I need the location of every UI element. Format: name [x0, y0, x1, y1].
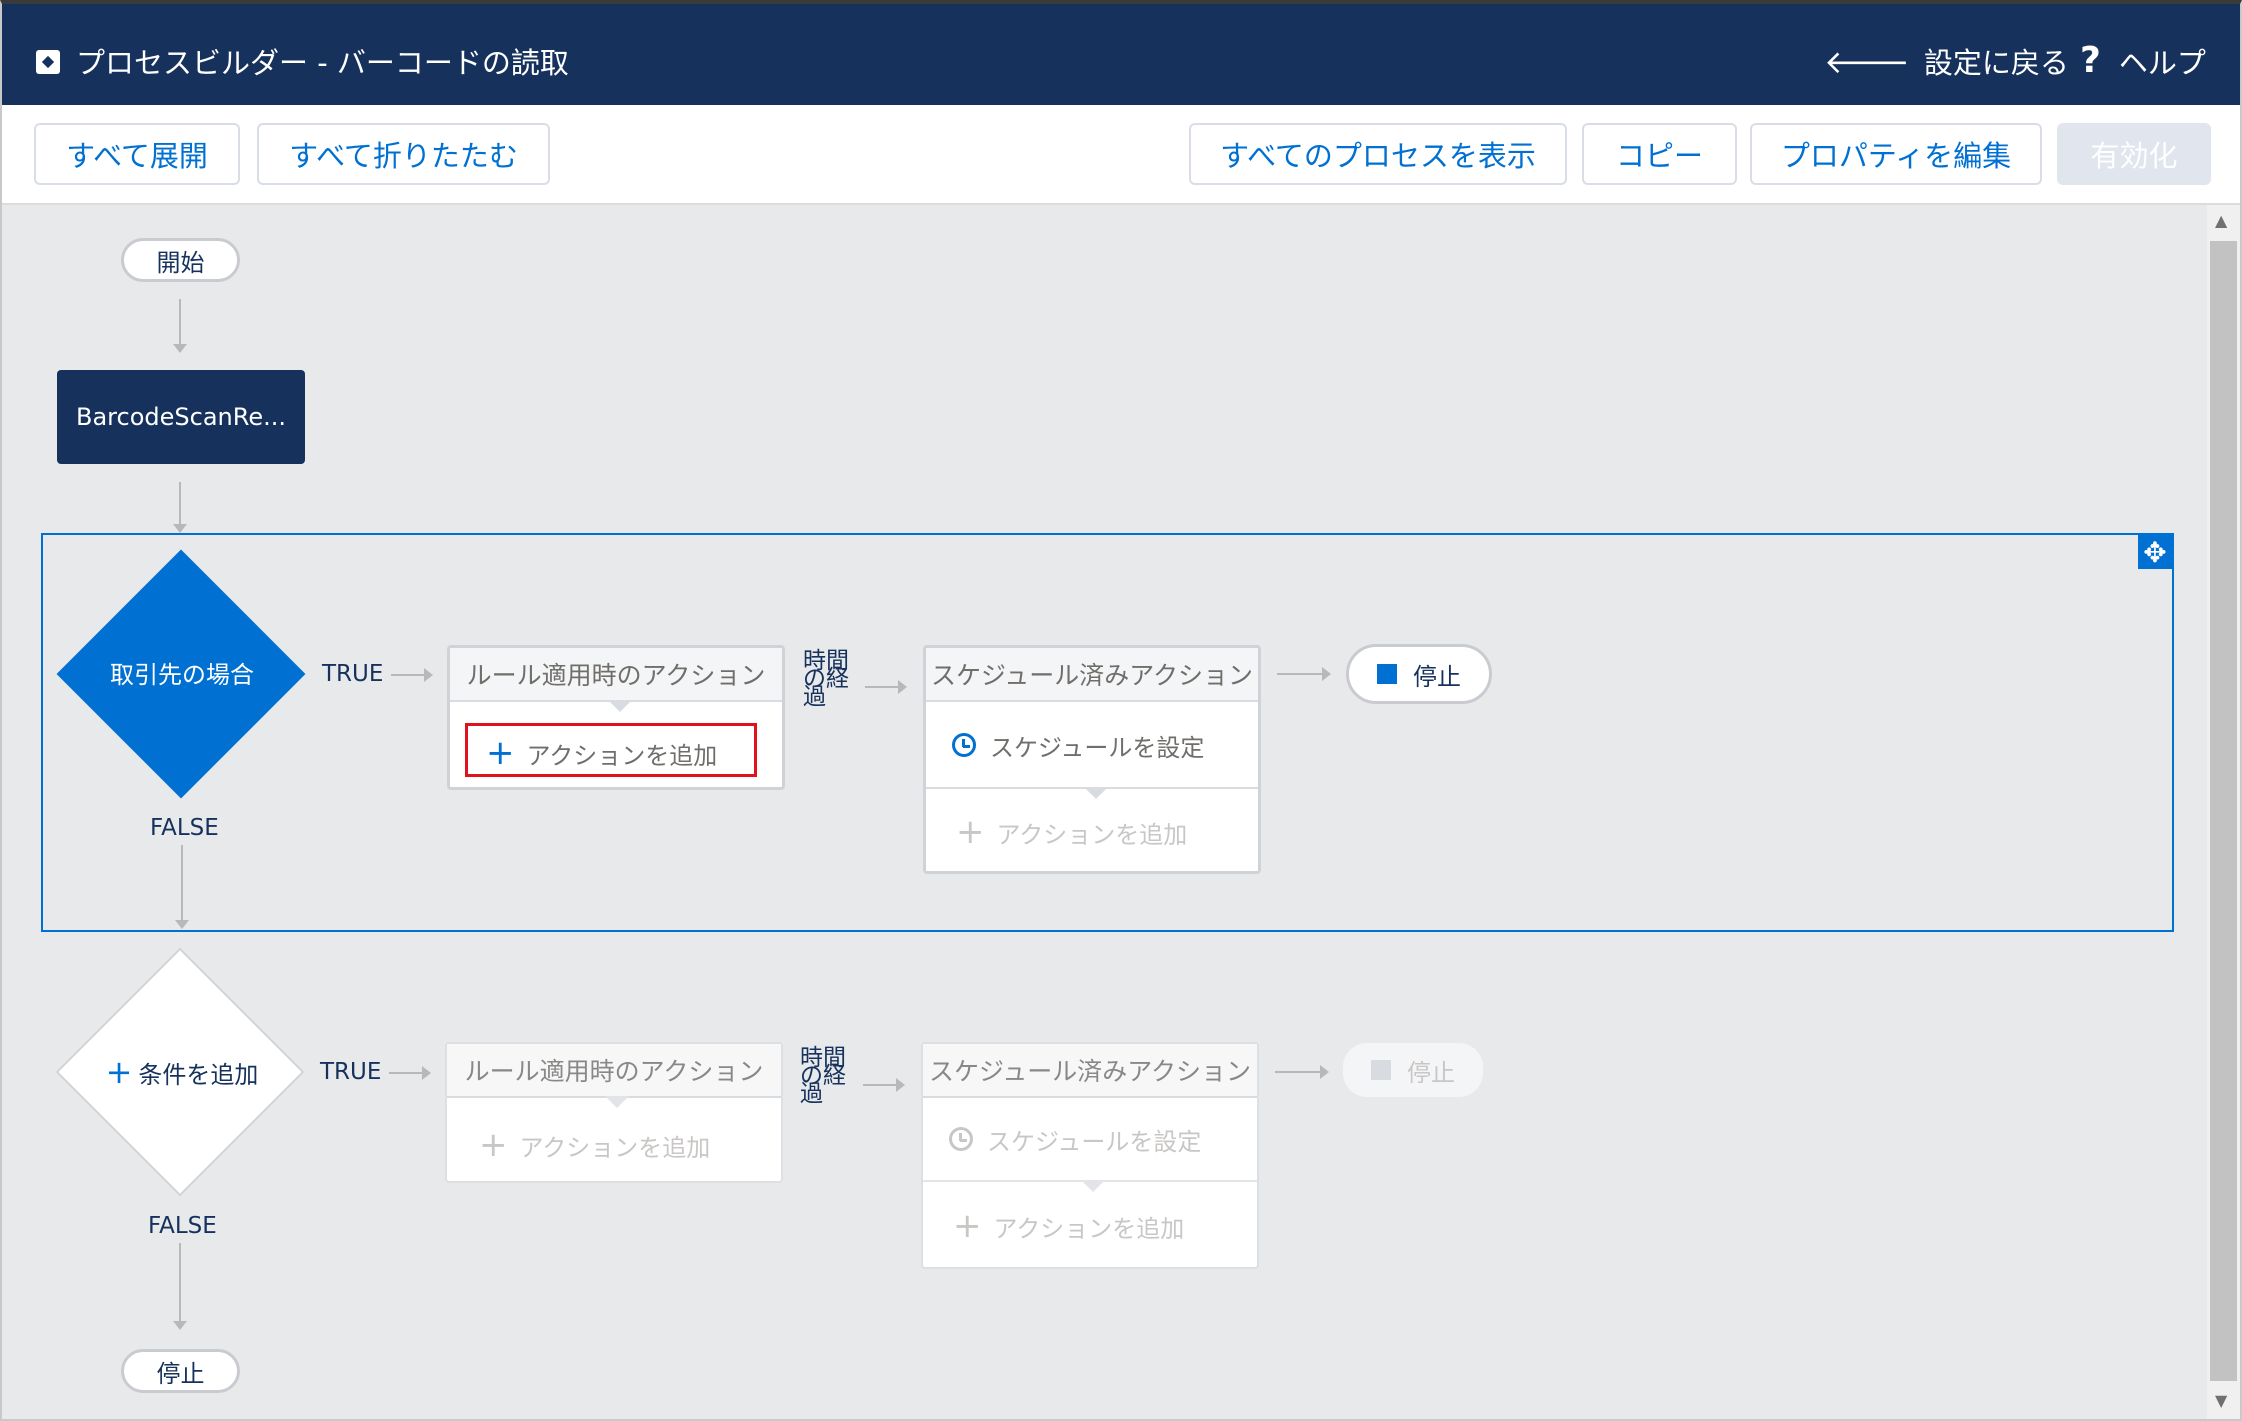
connector — [1275, 1065, 1329, 1079]
stop-icon — [1377, 664, 1397, 684]
activate-button[interactable]: 有効化 — [2057, 123, 2211, 185]
stop-node: 停止 — [1343, 1043, 1483, 1097]
scheduled-add-action-label: アクションを追加 — [993, 1214, 1185, 1243]
scheduled-actions-header: スケジュール済みアクション — [926, 648, 1258, 702]
scroll-down-icon[interactable]: ▼ — [2215, 1391, 2227, 1410]
true-label: TRUE — [322, 661, 384, 687]
highlight-frame — [465, 723, 757, 777]
notch — [608, 700, 632, 712]
add-criteria-label: 条件を追加 — [138, 1061, 259, 1089]
stop-icon — [1371, 1060, 1391, 1080]
connector — [173, 299, 187, 353]
add-criteria-button[interactable]: + 条件を追加 — [52, 1053, 312, 1091]
view-all-processes-button[interactable]: すべてのプロセスを表示 — [1189, 123, 1567, 185]
help-link[interactable]: ? ヘルプ — [2080, 40, 2206, 82]
connector — [173, 482, 187, 533]
back-to-setup-link[interactable]: 🡐 設定に戻る — [1824, 40, 2069, 82]
add-action-label: アクションを追加 — [519, 1133, 711, 1162]
help-icon: ? — [2080, 40, 2101, 81]
plus-icon: + — [105, 1053, 133, 1091]
process-builder-icon — [36, 50, 60, 74]
notch — [605, 1096, 629, 1108]
back-to-setup-label: 設定に戻る — [1923, 46, 2069, 80]
scroll-up-icon[interactable]: ▲ — [2215, 211, 2227, 230]
scheduled-add-action-button[interactable]: + アクションを追加 — [923, 1186, 1257, 1266]
move-icon[interactable]: ✥ — [2138, 535, 2172, 569]
scroll-thumb[interactable] — [2210, 241, 2237, 1381]
time-elapsed-label: 時間の経過 — [800, 1045, 846, 1107]
plus-icon: + — [956, 812, 985, 852]
clock-icon — [952, 733, 976, 757]
collapse-all-button[interactable]: すべて折りたたむ — [257, 123, 550, 185]
app-header: プロセスビルダー - バーコードの読取 🡐 設定に戻る ? ヘルプ — [2, 4, 2240, 105]
connector — [1277, 667, 1331, 681]
stop-label: 停止 — [1413, 662, 1461, 691]
clock-icon — [949, 1127, 973, 1151]
stop-label: 停止 — [1407, 1058, 1455, 1087]
connector — [175, 845, 189, 929]
connector — [391, 668, 433, 682]
vertical-scrollbar[interactable]: ▲ ▼ — [2207, 205, 2240, 1419]
stop-node: 停止 — [1346, 644, 1492, 704]
plus-icon: + — [953, 1206, 982, 1246]
scheduled-add-action-button[interactable]: + アクションを追加 — [926, 793, 1258, 871]
set-schedule-label: スケジュールを設定 — [987, 1127, 1202, 1156]
connector — [173, 1243, 187, 1330]
scheduled-actions-header: スケジュール済みアクション — [923, 1044, 1257, 1098]
immediate-actions-box: ルール適用時のアクション + アクションを追加 — [445, 1042, 783, 1183]
true-label: TRUE — [320, 1059, 382, 1085]
scheduled-actions-box: スケジュール済みアクション スケジュールを設定 + アクションを追加 — [923, 645, 1261, 874]
expand-all-button[interactable]: すべて展開 — [34, 123, 240, 185]
plus-icon: + — [479, 1125, 508, 1165]
false-label: FALSE — [150, 815, 219, 841]
connector — [389, 1066, 431, 1080]
end-stop-node: 停止 — [121, 1349, 240, 1393]
set-schedule-button[interactable]: スケジュールを設定 — [926, 703, 1258, 789]
immediate-actions-header: ルール適用時のアクション — [447, 1044, 781, 1098]
toolbar: すべて展開 すべて折りたたむ すべてのプロセスを表示 コピー プロパティを編集 … — [2, 105, 2240, 205]
copy-button[interactable]: コピー — [1582, 123, 1737, 185]
connector — [865, 680, 907, 694]
add-action-button[interactable]: + アクションを追加 — [447, 1110, 781, 1180]
page-title: プロセスビルダー - バーコードの読取 — [76, 46, 569, 80]
scheduled-add-action-label: アクションを追加 — [996, 820, 1188, 849]
arrow-left-icon: 🡐 — [1824, 42, 1910, 81]
set-schedule-label: スケジュールを設定 — [990, 733, 1205, 762]
scheduled-actions-box: スケジュール済みアクション スケジュールを設定 + アクションを追加 — [921, 1042, 1259, 1269]
start-node: 開始 — [121, 238, 240, 282]
false-label: FALSE — [148, 1213, 217, 1239]
criteria-1-label: 取引先の場合 — [110, 661, 254, 689]
connector — [863, 1078, 905, 1092]
help-label: ヘルプ — [2118, 46, 2206, 80]
edit-properties-button[interactable]: プロパティを編集 — [1750, 123, 2042, 185]
immediate-actions-header: ルール適用時のアクション — [450, 648, 782, 702]
time-elapsed-label: 時間の経過 — [803, 648, 849, 710]
set-schedule-button[interactable]: スケジュールを設定 — [923, 1098, 1257, 1182]
object-node[interactable]: BarcodeScanRe... — [57, 370, 305, 464]
